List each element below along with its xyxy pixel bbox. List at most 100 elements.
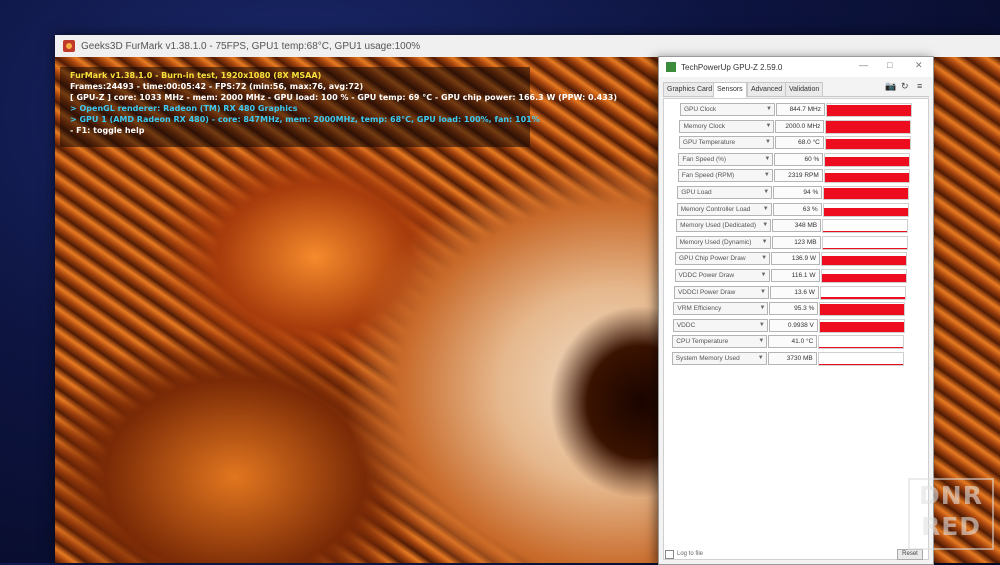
sensor-graph-fill [825,139,910,150]
chevron-down-icon: ▼ [758,321,765,328]
tab-advanced[interactable]: Advanced [747,82,787,97]
sensor-label: VRM Efficiency [677,305,722,313]
sensor-label: VDDC [676,321,696,329]
furmark-logo-icon [63,40,75,52]
sensor-value: 95.3 % [769,302,819,316]
chevron-down-icon: ▼ [761,255,768,262]
chevron-down-icon: ▼ [759,305,766,312]
sensor-label: GPU Chip Power Draw [679,255,746,263]
sensor-label: Fan Speed (RPM) [681,172,735,180]
sensor-label-dropdown[interactable]: Fan Speed (%) ▼ [678,152,774,166]
sensor-graph [821,235,908,250]
sensor-value: 94 % [773,186,823,199]
sensor-label-dropdown[interactable]: GPU Temperature ▼ [678,136,774,150]
sensor-label-dropdown[interactable]: VDDC ▼ [672,318,768,332]
minimize-icon[interactable]: — [859,60,868,70]
furmark-window-title: Geeks3D FurMark v1.38.1.0 - 75FPS, GPU1 … [81,40,421,52]
sensor-label-dropdown[interactable]: CPU Temperature ▼ [672,335,768,349]
chevron-down-icon: ▼ [765,122,772,129]
sensor-row: System Memory Used ▼ 3730 MB [671,352,904,366]
sensor-label-dropdown[interactable]: GPU Load ▼ [677,186,773,199]
sensor-value: 63 % [772,202,822,216]
overlay-line-title: FurMark v1.38.1.0 - Burn-in test, 1920x1… [70,71,322,80]
maximize-icon[interactable]: □ [887,60,892,70]
sensor-graph-fill [820,297,905,299]
sensor-label: VDDCI Power Draw [677,288,736,296]
sensor-label-dropdown[interactable]: Fan Speed (RPM) ▼ [677,169,773,183]
sensor-label: GPU Temperature [682,139,736,147]
sensor-graph-fill [822,256,907,266]
sensor-label-dropdown[interactable]: VDDCI Power Draw ▼ [673,285,769,299]
chevron-down-icon: ▼ [762,222,769,229]
gpuz-titlebar[interactable]: TechPowerUp GPU-Z 2.59.0 — □ ✕ [659,57,933,77]
sensor-label-dropdown[interactable]: Memory Clock ▼ [679,119,775,133]
sensor-graph-fill [820,303,905,316]
sensor-label: System Memory Used [675,355,740,362]
sensor-label-dropdown[interactable]: GPU Clock ▼ [680,103,775,116]
sensor-graph-fill [826,121,911,133]
sensor-value: 2000.0 MHz [775,119,825,133]
sensor-label-dropdown[interactable]: Memory Controller Load ▼ [676,202,772,216]
tab-graphics-card[interactable]: Graphics Card [663,82,717,97]
sensor-graph [823,169,910,184]
sensor-label-dropdown[interactable]: Memory Used (Dynamic) ▼ [675,235,771,249]
sensor-graph-fill [818,363,903,365]
sensor-row: VDDC ▼ 0.9938 V [672,318,905,333]
chevron-down-icon: ▼ [759,288,766,295]
sensor-row: Memory Used (Dedicated) ▼ 348 MB [676,219,909,234]
log-to-file-checkbox[interactable] [665,550,674,559]
sensor-label: Fan Speed (%) [682,155,727,163]
sensor-label: Memory Used (Dynamic) [679,238,752,246]
watermark-line-2: RED [920,512,982,541]
close-icon[interactable]: ✕ [915,60,923,71]
gpuz-app-icon [666,62,676,72]
sensor-row: Fan Speed (RPM) ▼ 2319 RPM [677,169,910,184]
dnr-red-watermark: DNR RED [908,478,994,550]
sensor-label-dropdown[interactable]: System Memory Used ▼ [671,352,767,365]
chevron-down-icon: ▼ [764,155,771,162]
sensor-row: CPU Temperature ▼ 41.0 °C [672,335,905,350]
sensor-graph [819,302,906,317]
sensor-label-dropdown[interactable]: VRM Efficiency ▼ [673,302,769,316]
sensor-graph [818,318,905,333]
gpuz-window: TechPowerUp GPU-Z 2.59.0 — □ ✕ Graphics … [658,56,934,565]
sensor-row: GPU Temperature ▼ 68.0 °C [678,136,911,151]
sensor-value: 3730 MB [767,352,817,365]
sensor-row: GPU Chip Power Draw ▼ 136.9 W [675,252,908,267]
sensor-row: Memory Controller Load ▼ 63 % [676,202,909,217]
reset-button[interactable]: Reset [897,549,923,560]
screenshot-icon[interactable]: 📷 [885,81,896,92]
sensor-row: GPU Load ▼ 94 % [677,186,910,200]
sensor-label-dropdown[interactable]: VDDC Power Draw ▼ [674,269,770,282]
tab-validation[interactable]: Validation [785,82,824,97]
chevron-down-icon: ▼ [764,139,771,146]
chevron-down-icon: ▼ [762,205,769,212]
sensor-value: 844.7 MHz [776,103,825,116]
sensor-value: 68.0 °C [774,136,824,150]
gpuz-window-title: TechPowerUp GPU-Z 2.59.0 [681,62,783,72]
sensor-label-dropdown[interactable]: Memory Used (Dedicated) ▼ [676,219,772,233]
log-to-file-label: Log to file [677,551,704,557]
overlay-line-gpu1: > GPU 1 (AMD Radeon RX 480) - core: 847M… [70,115,540,124]
sensor-value: 60 % [774,152,824,166]
refresh-icon[interactable]: ↻ [901,81,909,92]
furmark-titlebar[interactable]: Geeks3D FurMark v1.38.1.0 - 75FPS, GPU1 … [55,35,1000,58]
sensor-row: Fan Speed (%) ▼ 60 % [678,152,911,167]
menu-icon[interactable]: ≡ [917,81,922,91]
sensor-row: VDDC Power Draw ▼ 116.1 W [674,269,907,283]
sensor-graph [822,202,909,217]
sensor-row: GPU Clock ▼ 844.7 MHz [680,103,912,117]
tab-sensors[interactable]: Sensors [713,82,747,98]
sensor-graph [821,252,908,267]
sensor-row: Memory Used (Dynamic) ▼ 123 MB [675,235,908,250]
sensor-graph [823,186,910,200]
sensor-row: Memory Clock ▼ 2000.0 MHz [679,119,912,134]
sensor-label: VDDC Power Draw [678,272,735,279]
overlay-line-help: - F1: toggle help [70,126,145,135]
sensor-label: Memory Used (Dedicated) [680,222,756,230]
overlay-line-gpuz: [ GPU-Z ] core: 1033 MHz - mem: 2000 MHz… [70,93,618,102]
sensor-label-dropdown[interactable]: GPU Chip Power Draw ▼ [675,252,771,266]
gpuz-footer: Log to file Reset [663,549,929,561]
sensor-graph-fill [827,104,911,116]
sensor-graph [824,136,911,151]
